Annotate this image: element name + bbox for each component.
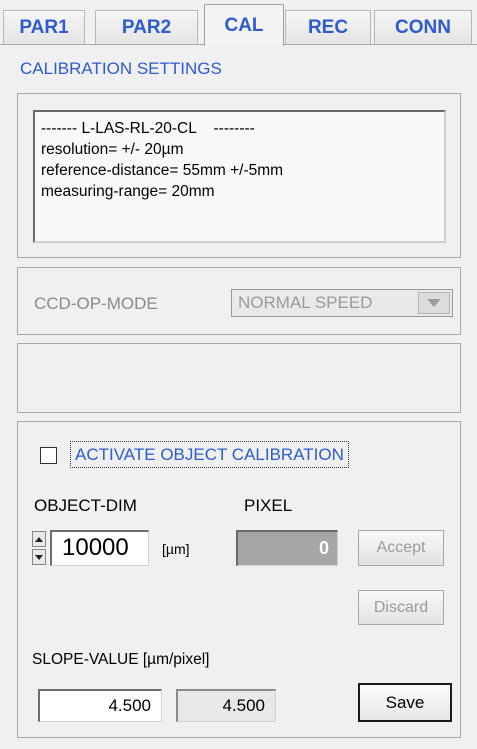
tab-conn[interactable]: CONN [374, 10, 472, 44]
tab-par2-label: PAR2 [121, 16, 172, 38]
tab-conn-label: CONN [395, 16, 451, 38]
activate-calibration-checkbox[interactable] [40, 447, 57, 464]
tab-par2[interactable]: PAR2 [95, 10, 198, 44]
ccd-op-mode-value: NORMAL SPEED [238, 293, 373, 312]
sensor-info-line: reference-distance= 55mm +/-5mm [41, 162, 284, 179]
slope-value-input[interactable]: 4.500 [38, 689, 162, 722]
arrow-down-icon [35, 554, 43, 560]
ccd-op-mode-label: CCD-OP-MODE [34, 294, 158, 313]
tab-cal[interactable]: CAL [204, 4, 284, 46]
sensor-info-line: ------- L-LAS-RL-20-CL -------- [41, 120, 255, 137]
sensor-info-line: resolution= +/- 20µm [41, 141, 184, 158]
spin-up-button[interactable] [32, 531, 46, 547]
accept-button-label: Accept [376, 539, 426, 556]
sensor-info-line: measuring-range= 20mm [41, 183, 215, 200]
pixel-label: PIXEL [244, 496, 293, 515]
discard-button[interactable]: Discard [358, 590, 444, 625]
activate-calibration-label[interactable]: ACTIVATE OBJECT CALIBRATION [70, 441, 349, 468]
tab-par1[interactable]: PAR1 [3, 10, 85, 44]
dropdown-arrow-button[interactable] [418, 292, 450, 314]
object-dim-label: OBJECT-DIM [34, 496, 137, 515]
slope-value-label: SLOPE-VALUE [µm/pixel] [32, 651, 210, 668]
save-button[interactable]: Save [358, 683, 452, 722]
object-dim-spinner[interactable] [32, 531, 46, 565]
object-dim-unit: [µm] [162, 541, 190, 557]
tab-rec[interactable]: REC [285, 10, 371, 44]
empty-panel [17, 343, 461, 413]
tab-par1-label: PAR1 [19, 16, 69, 38]
page-title: CALIBRATION SETTINGS [20, 59, 222, 78]
tab-rec-label: REC [307, 16, 349, 38]
pixel-value-display: 0 [236, 530, 338, 566]
accept-button[interactable]: Accept [358, 530, 444, 566]
discard-button-label: Discard [373, 598, 429, 616]
sensor-info-textbox[interactable]: ------- L-LAS-RL-20-CL -------- resoluti… [33, 110, 446, 243]
object-dim-input[interactable]: 10000 [50, 530, 149, 566]
chevron-down-icon [427, 299, 441, 307]
save-button-label: Save [385, 692, 425, 712]
arrow-up-icon [35, 536, 43, 542]
spin-down-button[interactable] [32, 549, 46, 565]
tab-cal-label: CAL [224, 14, 264, 36]
slope-value-display: 4.500 [176, 689, 276, 722]
ccd-op-mode-select[interactable]: NORMAL SPEED [231, 289, 453, 317]
